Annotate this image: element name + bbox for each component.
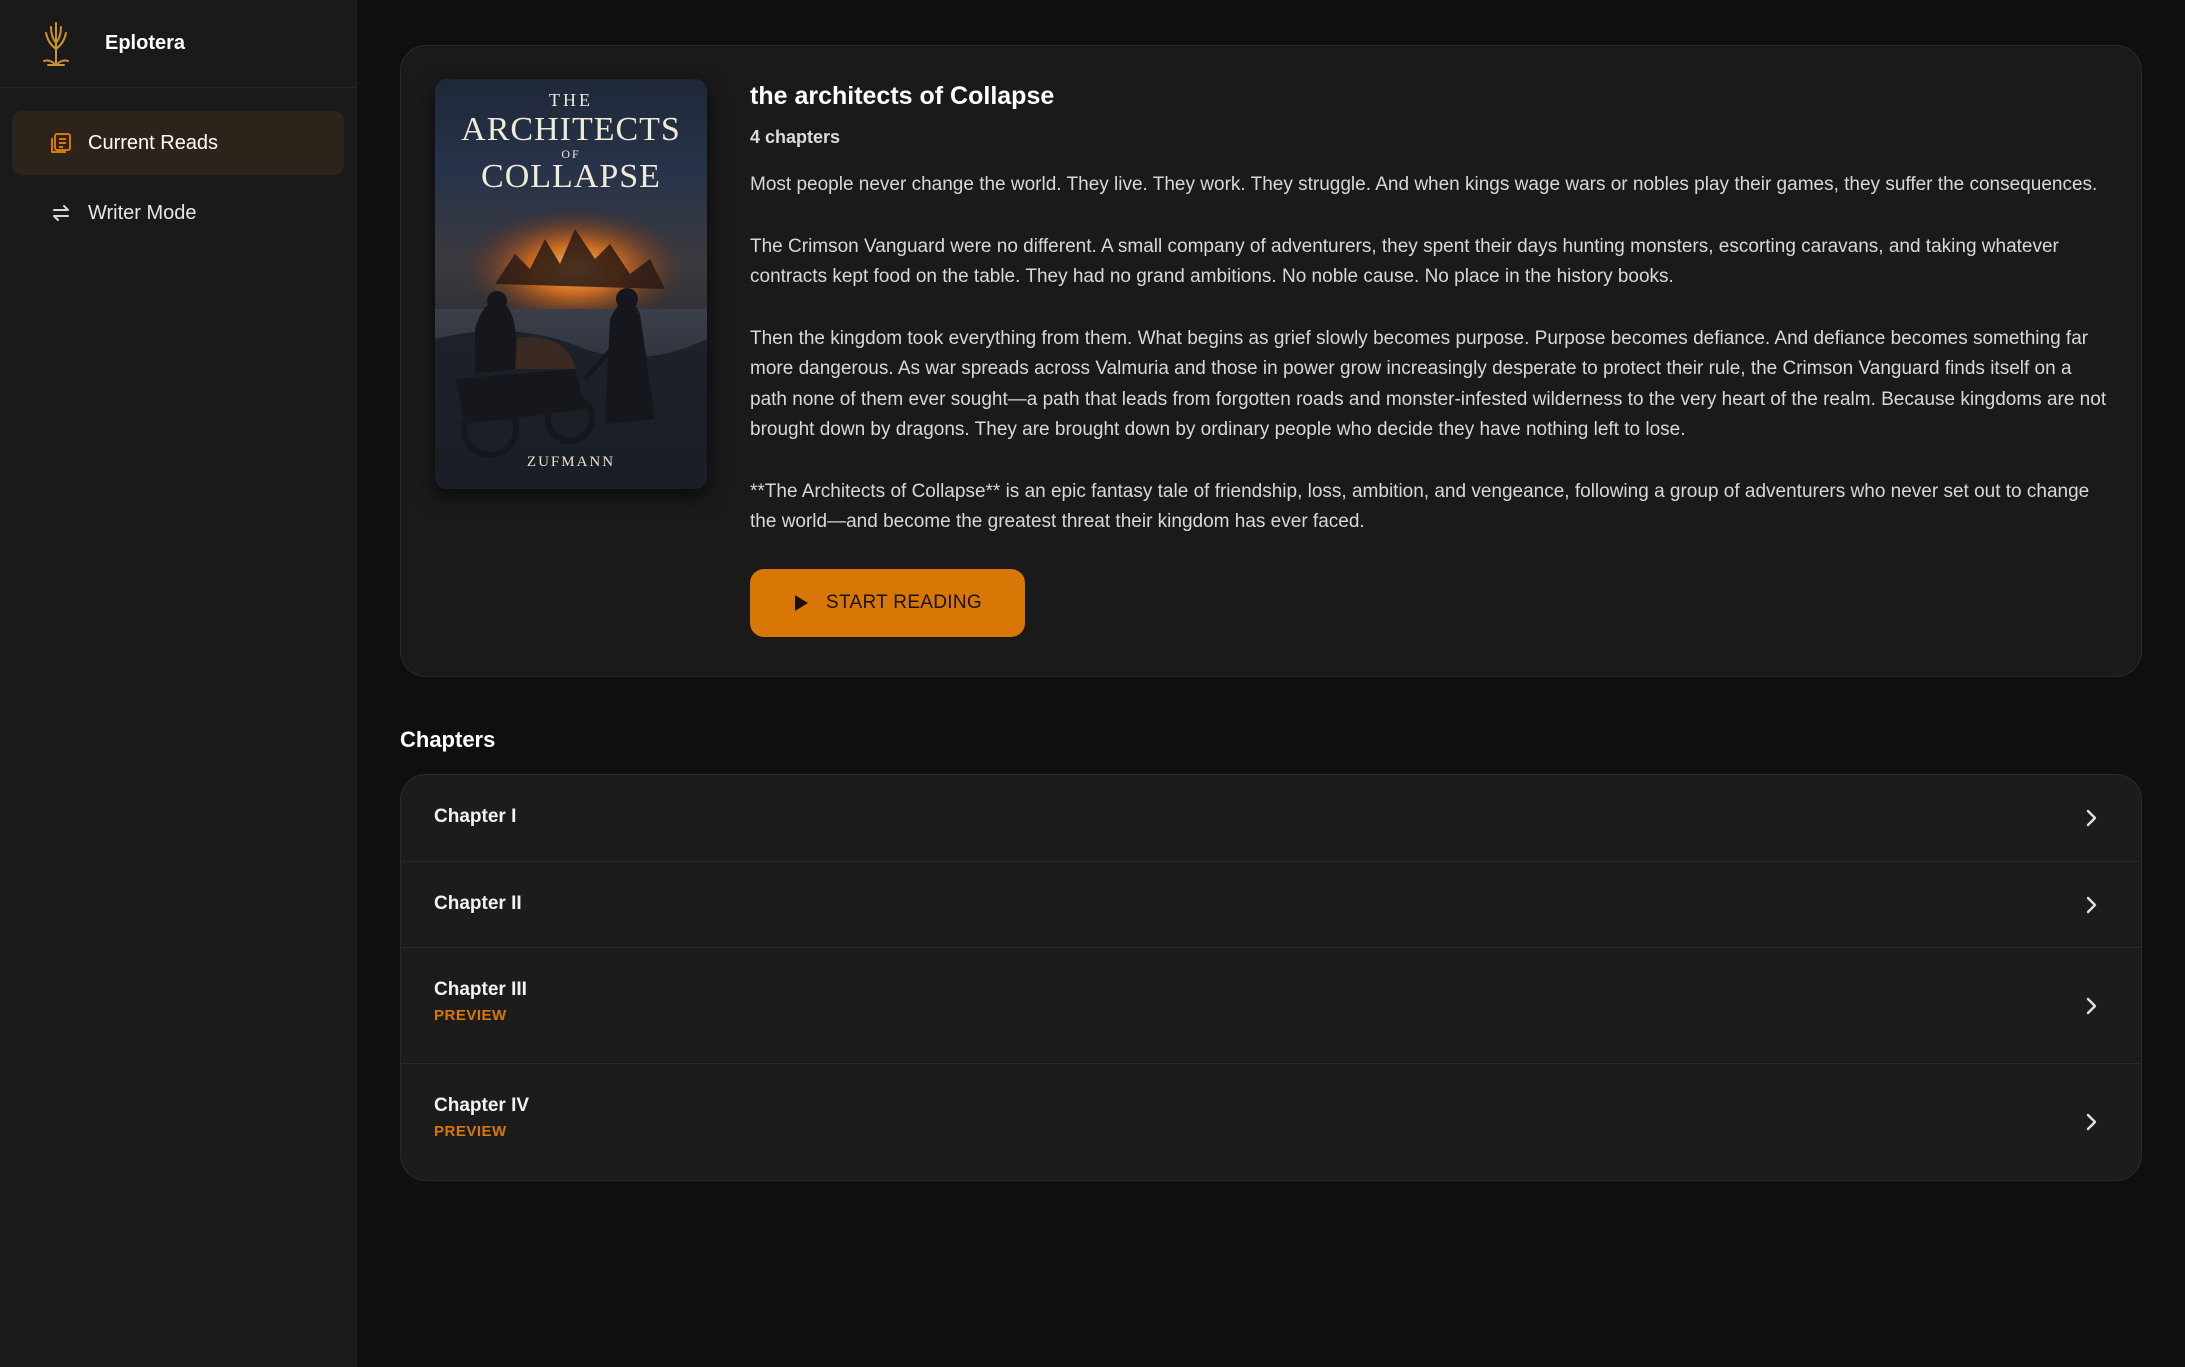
sidebar-item-label: Writer Mode [88,201,197,224]
brand[interactable]: Eplotera [0,0,356,88]
cover-author: ZUFMANN [526,454,616,470]
description-paragraph: Then the kingdom took everything from th… [750,327,2107,441]
sidebar-nav: Current Reads Writer Mode [0,88,356,245]
sidebar-item-current-reads[interactable]: Current Reads [12,111,344,175]
preview-badge: PREVIEW [434,1123,507,1140]
book-info: the architects of Collapse 4 chapters Mo… [750,80,2110,637]
chapter-list: Chapter I Chapter II Chapter III PREVIEW [400,774,2142,1181]
book-cover: THE ARCHITECTS OF COLLAPSE ZUFMANN [435,79,707,489]
chapter-row[interactable]: Chapter II [401,862,2141,948]
start-reading-button[interactable]: START READING [750,568,1025,637]
app-root: Eplotera Current Reads Writer Mode THE A… [0,0,2185,1367]
book-description: Most people never change the world. They… [750,170,2110,538]
sidebar-item-label: Current Reads [88,131,219,154]
chapter-row[interactable]: Chapter IV PREVIEW [401,1064,2141,1180]
cover-title-line: COLLAPSE [481,158,661,195]
swap-arrows-icon [48,200,74,226]
chevron-right-icon [2081,1112,2101,1132]
book-detail-card: THE ARCHITECTS OF COLLAPSE ZUFMANN the a… [400,45,2142,677]
book-title: the architects of Collapse [750,82,1055,110]
cover-title: THE ARCHITECTS OF COLLAPSE [435,91,707,194]
tree-logo-icon [36,19,76,69]
chapter-row[interactable]: Chapter III PREVIEW [401,948,2141,1064]
chapter-row[interactable]: Chapter I [401,775,2141,862]
app-name: Eplotera [105,32,186,54]
chapter-name: Chapter I [434,806,517,827]
preview-badge: PREVIEW [434,1007,507,1024]
sidebar: Eplotera Current Reads Writer Mode [0,0,357,1367]
chevron-right-icon [2081,808,2101,828]
chevron-right-icon [2081,895,2101,915]
description-paragraph: Most people never change the world. They… [750,174,2098,195]
start-reading-label: START READING [826,591,982,613]
chapter-name: Chapter IV [434,1095,530,1116]
play-icon [793,594,809,612]
description-paragraph: **The Architects of Collapse** is an epi… [750,480,2090,533]
sidebar-item-writer-mode[interactable]: Writer Mode [12,181,344,245]
chapter-name: Chapter II [434,893,522,914]
chapter-name: Chapter III [434,979,527,1000]
cover-title-line: THE [549,90,593,110]
description-paragraph: The Crimson Vanguard were no different. … [750,235,2059,288]
chapter-count: 4 chapters [750,127,841,147]
book-icon [48,130,74,156]
main-content: THE ARCHITECTS OF COLLAPSE ZUFMANN the a… [357,0,2185,1367]
cover-title-line: ARCHITECTS [461,111,681,148]
chevron-right-icon [2081,996,2101,1016]
chapters-heading: Chapters [400,727,496,752]
